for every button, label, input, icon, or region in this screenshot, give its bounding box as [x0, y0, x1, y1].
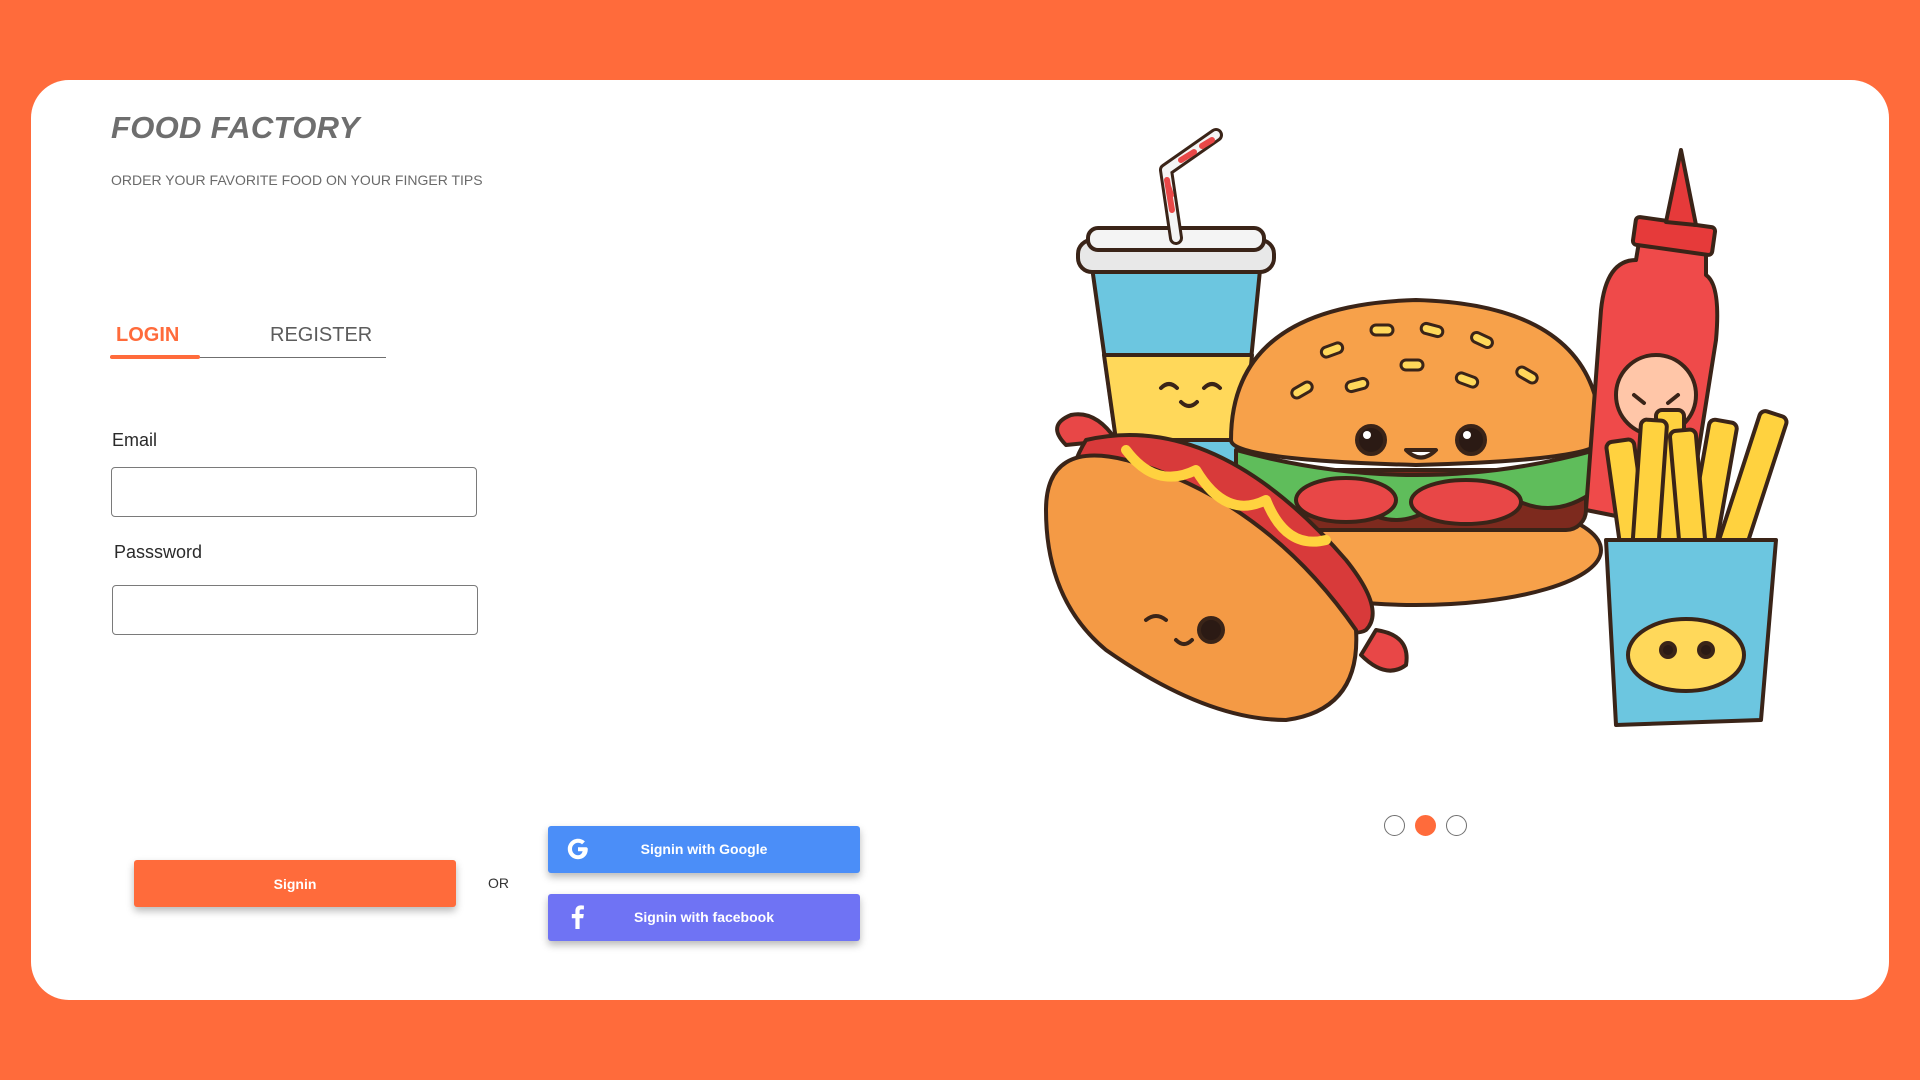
login-card: FOOD FACTORY ORDER YOUR FAVORITE FOOD ON…: [31, 80, 1889, 1000]
carousel-dot-2[interactable]: [1415, 815, 1436, 836]
carousel-dot-1[interactable]: [1384, 815, 1405, 836]
google-signin-label: Signin with Google: [640, 841, 768, 857]
email-field[interactable]: [111, 467, 477, 517]
fries-image: [1604, 408, 1789, 727]
signin-button[interactable]: Signin: [134, 860, 456, 907]
email-label: Email: [112, 430, 158, 450]
carousel-indicators: [1384, 815, 1467, 836]
auth-tabs: LOGIN REGISTER: [110, 324, 386, 359]
tab-active-indicator: [110, 355, 200, 359]
facebook-signin-label: Signin with facebook: [633, 909, 774, 925]
password-field[interactable]: [112, 585, 478, 635]
food-illustration: [1044, 128, 1789, 727]
carousel-dot-3[interactable]: [1446, 815, 1467, 836]
password-label: Passsword: [114, 542, 203, 562]
brand-tagline: ORDER YOUR FAVORITE FOOD ON YOUR FINGER …: [111, 172, 483, 188]
or-separator: OR: [488, 875, 509, 891]
brand-title: FOOD FACTORY: [111, 110, 360, 145]
tab-register[interactable]: REGISTER: [270, 324, 372, 347]
google-signin-button[interactable]: Signin with Google: [548, 826, 860, 873]
facebook-signin-button[interactable]: Signin with facebook: [548, 894, 860, 941]
tab-login[interactable]: LOGIN: [116, 324, 179, 347]
